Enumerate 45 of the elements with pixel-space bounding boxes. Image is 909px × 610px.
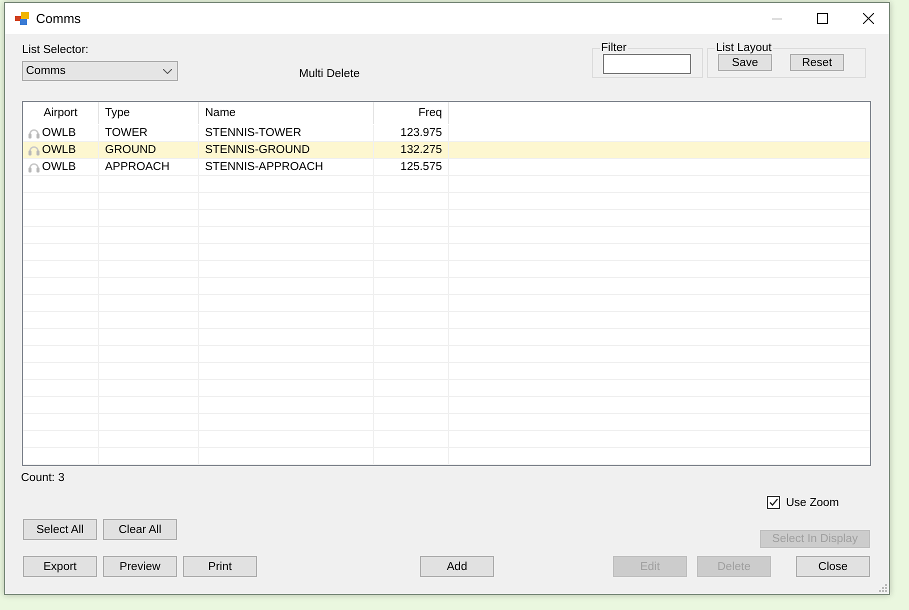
use-zoom-checkbox[interactable] xyxy=(766,496,780,509)
table-row[interactable]: OWLB APPROACH STENNIS-APPROACH 125.575 xyxy=(23,159,870,176)
chevron-icon xyxy=(163,68,172,74)
column-header[interactable]: Name xyxy=(205,107,236,119)
table-cell: STENNIS-TOWER xyxy=(205,127,302,139)
window-title: Comms xyxy=(36,11,81,26)
action-button[interactable]: Export xyxy=(23,556,97,577)
select-button[interactable]: Select All xyxy=(23,519,97,540)
action-button[interactable]: Preview xyxy=(103,556,177,577)
maximize-icon[interactable] xyxy=(817,13,828,24)
app-icon xyxy=(15,12,29,25)
column-header[interactable]: Airport xyxy=(44,107,78,119)
layout-button[interactable]: Reset xyxy=(790,54,844,71)
table-cell: 123.975 xyxy=(400,127,442,139)
column-header[interactable]: Type xyxy=(105,107,130,119)
filter-field[interactable] xyxy=(603,54,691,74)
close-icon[interactable] xyxy=(863,13,874,24)
resize-grip-icon[interactable] xyxy=(879,584,887,592)
use-zoom-label: Use Zoom xyxy=(786,496,839,508)
layout-button[interactable]: Save xyxy=(718,54,772,71)
table-cell: APPROACH xyxy=(105,161,170,173)
table-cell: STENNIS-GROUND xyxy=(205,144,310,156)
table-row[interactable]: OWLB GROUND STENNIS-GROUND 132.275 xyxy=(23,142,870,159)
action-button[interactable]: Close xyxy=(796,556,870,577)
count-label: Count: 3 xyxy=(21,472,64,484)
headset-icon xyxy=(27,160,41,174)
add-button[interactable]: Add xyxy=(420,556,494,577)
action-button[interactable]: Print xyxy=(183,556,257,577)
table-cell: 132.275 xyxy=(400,144,442,156)
table-cell: 125.575 xyxy=(400,161,442,173)
filter-label: Filter xyxy=(600,42,628,54)
table-cell: OWLB xyxy=(42,161,76,173)
multi-delete-label: Multi Delete xyxy=(299,68,360,80)
list-selector-dropdown[interactable]: Comms xyxy=(22,61,178,81)
column-header[interactable]: Freq xyxy=(418,107,442,119)
table-cell: OWLB xyxy=(42,127,76,139)
select-button[interactable]: Clear All xyxy=(103,519,177,540)
table-cell: STENNIS-APPROACH xyxy=(205,161,324,173)
table-cell: OWLB xyxy=(42,144,76,156)
headset-icon xyxy=(27,143,41,157)
list-selector-label: List Selector: xyxy=(22,44,90,56)
list-layout-label: List Layout xyxy=(715,42,773,54)
table-cell: TOWER xyxy=(105,127,148,139)
table-cell: GROUND xyxy=(105,144,156,156)
headset-icon xyxy=(27,126,41,140)
